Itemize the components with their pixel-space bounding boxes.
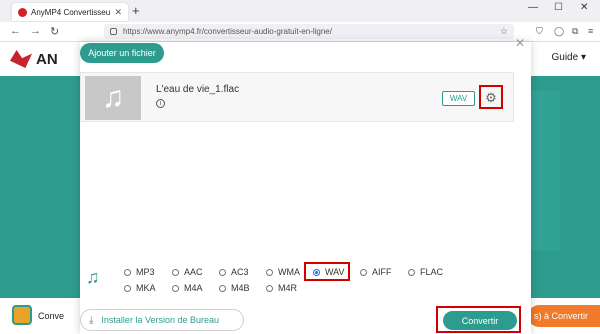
site-favicon-icon bbox=[18, 7, 27, 17]
reload-icon[interactable]: ↻ bbox=[50, 25, 59, 38]
download-icon: ⤓ bbox=[89, 314, 94, 326]
dialog-close-icon[interactable]: ✕ bbox=[515, 36, 525, 50]
format-label: M4B bbox=[231, 283, 250, 293]
format-label: AAC bbox=[184, 267, 203, 277]
format-option-m4r[interactable]: M4R bbox=[266, 283, 297, 293]
site-logo[interactable]: AN bbox=[10, 50, 58, 68]
file-name: L'eau de vie_1.flac bbox=[156, 84, 240, 95]
format-label: WMA bbox=[278, 267, 300, 277]
install-label: Installer la Version de Bureau bbox=[101, 315, 219, 325]
file-row: ♫ L'eau de vie_1.flac i WAV ⚙ bbox=[80, 72, 514, 122]
radio-icon[interactable] bbox=[408, 268, 415, 276]
window-close-icon[interactable]: ✕ bbox=[580, 2, 588, 13]
radio-icon[interactable] bbox=[266, 284, 273, 292]
start-convert-button[interactable]: s) à Convertir bbox=[528, 305, 600, 327]
format-option-mka[interactable]: MKA bbox=[124, 283, 156, 293]
format-label: MP3 bbox=[136, 267, 155, 277]
format-label: M4A bbox=[184, 283, 203, 293]
format-option-wma[interactable]: WMA bbox=[266, 267, 300, 277]
shield-icon[interactable]: ⛉ bbox=[536, 26, 543, 37]
back-icon[interactable]: ← bbox=[10, 25, 21, 37]
browser-nav-bar: ← → ↻ https://www.anymp4.fr/convertisseu… bbox=[0, 22, 600, 42]
address-bar[interactable]: https://www.anymp4.fr/convertisseur-audi… bbox=[104, 24, 514, 39]
tab-close-icon[interactable]: ✕ bbox=[114, 7, 122, 18]
wav-highlight bbox=[304, 262, 350, 281]
format-label: AIFF bbox=[372, 267, 392, 277]
output-format-badge[interactable]: WAV bbox=[442, 91, 475, 106]
add-file-button[interactable]: Ajouter un fichier bbox=[80, 43, 164, 63]
audio-thumbnail: ♫ bbox=[85, 76, 141, 120]
minimize-icon[interactable]: — bbox=[528, 2, 538, 13]
format-label: M4R bbox=[278, 283, 298, 293]
radio-icon[interactable] bbox=[266, 268, 273, 276]
settings-highlight: ⚙ bbox=[479, 85, 503, 109]
radio-icon[interactable] bbox=[219, 268, 226, 276]
new-tab-button[interactable]: + bbox=[132, 3, 140, 18]
browser-tab-bar: AnyMP4 Convertisseur Audio G ✕ + — ☐ ✕ bbox=[0, 0, 600, 22]
radio-icon[interactable] bbox=[124, 284, 131, 292]
maximize-icon[interactable]: ☐ bbox=[554, 2, 563, 13]
lock-icon bbox=[110, 28, 117, 35]
radio-icon[interactable] bbox=[124, 268, 131, 276]
music-note-icon: ♫ bbox=[101, 81, 125, 114]
format-label: AC3 bbox=[231, 267, 249, 277]
format-label: FLAC bbox=[420, 267, 444, 277]
radio-icon[interactable] bbox=[360, 268, 367, 276]
url-text: https://www.anymp4.fr/convertisseur-audi… bbox=[123, 27, 332, 36]
download-app-icon bbox=[12, 305, 32, 325]
logo-text: AN bbox=[36, 50, 58, 68]
forward-icon[interactable]: → bbox=[30, 25, 41, 37]
convert-button[interactable]: Convertir bbox=[443, 311, 517, 330]
radio-icon[interactable] bbox=[172, 284, 179, 292]
footer-convert-text: Conve bbox=[38, 311, 65, 321]
radio-icon[interactable] bbox=[219, 284, 226, 292]
logo-mark-icon bbox=[10, 50, 32, 68]
format-option-ac3[interactable]: AC3 bbox=[219, 267, 249, 277]
gear-icon[interactable]: ⚙ bbox=[485, 91, 497, 104]
format-option-mp3[interactable]: MP3 bbox=[124, 267, 155, 277]
info-icon[interactable]: i bbox=[156, 99, 165, 108]
tab-title: AnyMP4 Convertisseur Audio G bbox=[31, 7, 111, 17]
radio-icon[interactable] bbox=[172, 268, 179, 276]
profile-icon[interactable]: ◯ bbox=[554, 26, 564, 37]
audio-format-icon: ♫ bbox=[86, 267, 100, 287]
browser-tab[interactable]: AnyMP4 Convertisseur Audio G ✕ bbox=[12, 3, 128, 21]
bookmark-star-icon[interactable]: ☆ bbox=[500, 26, 508, 37]
format-option-m4b[interactable]: M4B bbox=[219, 283, 250, 293]
extensions-icon[interactable]: ⧉ bbox=[572, 26, 578, 37]
format-option-flac[interactable]: FLAC bbox=[408, 267, 443, 277]
format-option-m4a[interactable]: M4A bbox=[172, 283, 203, 293]
install-desktop-button[interactable]: ⤓ Installer la Version de Bureau bbox=[80, 309, 244, 331]
format-option-aac[interactable]: AAC bbox=[172, 267, 203, 277]
format-label: MKA bbox=[136, 283, 156, 293]
guide-label: Guide bbox=[551, 52, 579, 63]
menu-icon[interactable]: ≡ bbox=[588, 26, 593, 36]
format-option-aiff[interactable]: AIFF bbox=[360, 267, 392, 277]
guide-menu[interactable]: Guide ▾ bbox=[552, 52, 587, 63]
